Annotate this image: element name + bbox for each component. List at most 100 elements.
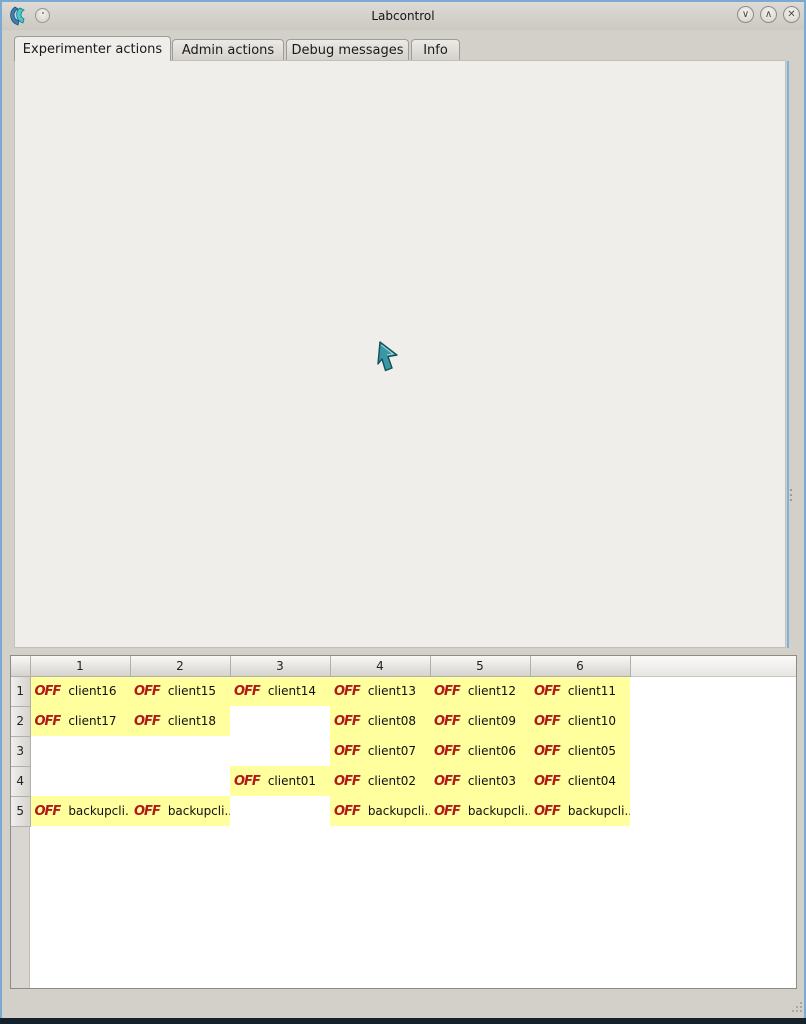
client-cell[interactable]: OFF client07 <box>330 736 430 766</box>
row-header-4[interactable]: 4 <box>11 766 30 796</box>
row-header-1[interactable]: 1 <box>11 676 30 706</box>
client-name: client12 <box>468 684 516 698</box>
client-cell[interactable]: OFFclient17 <box>30 706 130 736</box>
header-filler <box>630 656 796 676</box>
off-status-icon: OFF <box>434 714 460 729</box>
client-name: client06 <box>468 744 516 758</box>
client-name: client10 <box>568 714 616 728</box>
client-cell[interactable]: OFFclient08 <box>330 706 430 736</box>
empty-cell[interactable] <box>230 706 330 736</box>
client-name: client13 <box>368 684 416 698</box>
client-name: client11 <box>568 684 616 698</box>
table-row-3: 3 OFF client07 OFFclient06 OFF client05 <box>11 736 796 766</box>
tab-experimenter-actions[interactable]: Experimenter actions <box>14 36 171 61</box>
table-row-1: 1 OFF client16 OFFclient15 OFFclient14 OF… <box>11 676 796 706</box>
off-status-icon: OFF <box>134 804 160 819</box>
row-header-5[interactable]: 5 <box>11 796 30 826</box>
client-name: backupcli... <box>68 804 130 818</box>
resize-grip[interactable] <box>788 1000 803 1015</box>
table-row-4: 4 OFFclient01 OFFclient02 OFFclient03 OF… <box>11 766 796 796</box>
column-header-4[interactable]: 4 <box>330 656 430 676</box>
column-header-2[interactable]: 2 <box>130 656 230 676</box>
tab-debug-messages[interactable]: Debug messages <box>286 39 409 61</box>
client-cell[interactable]: OFF backupcli... <box>530 796 630 826</box>
client-cell[interactable]: OFF backupcli... <box>430 796 530 826</box>
empty-cell[interactable] <box>230 796 330 826</box>
empty-cell[interactable] <box>30 766 130 796</box>
client-name: client09 <box>468 714 516 728</box>
empty-cell[interactable] <box>30 736 130 766</box>
off-status-icon: OFF <box>534 684 560 699</box>
off-status-icon: OFF <box>434 804 460 819</box>
off-status-icon: OFF <box>234 684 260 699</box>
client-name: backupcli... <box>368 804 430 818</box>
off-status-icon: OFF <box>534 804 560 819</box>
off-status-icon: OFF <box>334 714 360 729</box>
off-status-icon: OFF <box>134 714 160 729</box>
column-header-5[interactable]: 5 <box>430 656 530 676</box>
client-cell[interactable]: OFFclient01 <box>230 766 330 796</box>
client-name: backupcli... <box>168 804 230 818</box>
close-button[interactable]: ✕ <box>783 6 800 23</box>
maximize-button[interactable]: ∧ <box>760 6 777 23</box>
client-name: client16 <box>68 684 116 698</box>
row-header-2[interactable]: 2 <box>11 706 30 736</box>
client-cell[interactable]: OFF client09 <box>430 706 530 736</box>
off-status-icon: OFF <box>35 714 61 729</box>
off-status-icon: OFF <box>35 684 61 699</box>
empty-area <box>630 796 796 826</box>
off-status-icon: OFF <box>134 684 160 699</box>
client-cell[interactable]: OFFbackupcli... <box>30 796 130 826</box>
client-status-table: 1 2 3 4 5 6 1 OFF client16 OFFclient15 OF… <box>10 655 797 989</box>
off-status-icon: OFF <box>334 774 360 789</box>
client-name: client18 <box>168 714 216 728</box>
off-status-icon: OFF <box>334 804 360 819</box>
client-cell[interactable]: OFF client12 <box>430 676 530 706</box>
client-cell[interactable]: OFF client11 <box>530 676 630 706</box>
tab-admin-actions[interactable]: Admin actions <box>172 39 284 61</box>
column-header-6[interactable]: 6 <box>530 656 630 676</box>
tab-label: Admin actions <box>182 43 274 58</box>
client-name: client04 <box>568 774 616 788</box>
empty-cell[interactable] <box>130 736 230 766</box>
off-status-icon: OFF <box>234 774 260 789</box>
column-header-row: 1 2 3 4 5 6 <box>11 656 796 676</box>
client-name: backupcli... <box>568 804 630 818</box>
column-header-1[interactable]: 1 <box>30 656 130 676</box>
off-status-icon: OFF <box>434 684 460 699</box>
off-status-icon: OFF <box>534 714 560 729</box>
row-header-strip <box>11 826 30 988</box>
client-cell[interactable]: OFFclient13 <box>330 676 430 706</box>
client-cell[interactable]: OFFclient02 <box>330 766 430 796</box>
client-cell[interactable]: OFFclient06 <box>430 736 530 766</box>
client-cell[interactable]: OFF backupcli... <box>330 796 430 826</box>
client-cell[interactable]: OFFclient14 <box>230 676 330 706</box>
experimenter-actions-pane <box>14 60 786 648</box>
client-cell[interactable]: OFFclient03 <box>430 766 530 796</box>
window-title: Labcontrol <box>2 9 804 23</box>
titlebar[interactable]: Labcontrol ∨ ∧ ✕ <box>2 2 804 30</box>
empty-cell[interactable] <box>230 736 330 766</box>
client-cell[interactable]: OFF client16 <box>30 676 130 706</box>
client-cell[interactable]: OFF client18 <box>130 706 230 736</box>
client-cell[interactable]: OFFclient15 <box>130 676 230 706</box>
client-name: backupcli... <box>468 804 530 818</box>
corner-header <box>11 656 30 676</box>
empty-area <box>630 736 796 766</box>
client-name: client07 <box>368 744 416 758</box>
client-cell[interactable]: OFF backupcli... <box>130 796 230 826</box>
empty-cell[interactable] <box>130 766 230 796</box>
client-cell[interactable]: OFF client05 <box>530 736 630 766</box>
minimize-button[interactable]: ∨ <box>737 6 754 23</box>
splitter-handle[interactable] <box>790 489 793 505</box>
column-header-3[interactable]: 3 <box>230 656 330 676</box>
client-name: client05 <box>568 744 616 758</box>
tab-label: Debug messages <box>291 43 403 58</box>
off-status-icon: OFF <box>534 744 560 759</box>
empty-area <box>630 706 796 736</box>
row-header-3[interactable]: 3 <box>11 736 30 766</box>
tab-info[interactable]: Info <box>411 39 460 61</box>
client-cell[interactable]: OFF client10 <box>530 706 630 736</box>
client-cell[interactable]: OFFclient04 <box>530 766 630 796</box>
off-status-icon: OFF <box>334 744 360 759</box>
